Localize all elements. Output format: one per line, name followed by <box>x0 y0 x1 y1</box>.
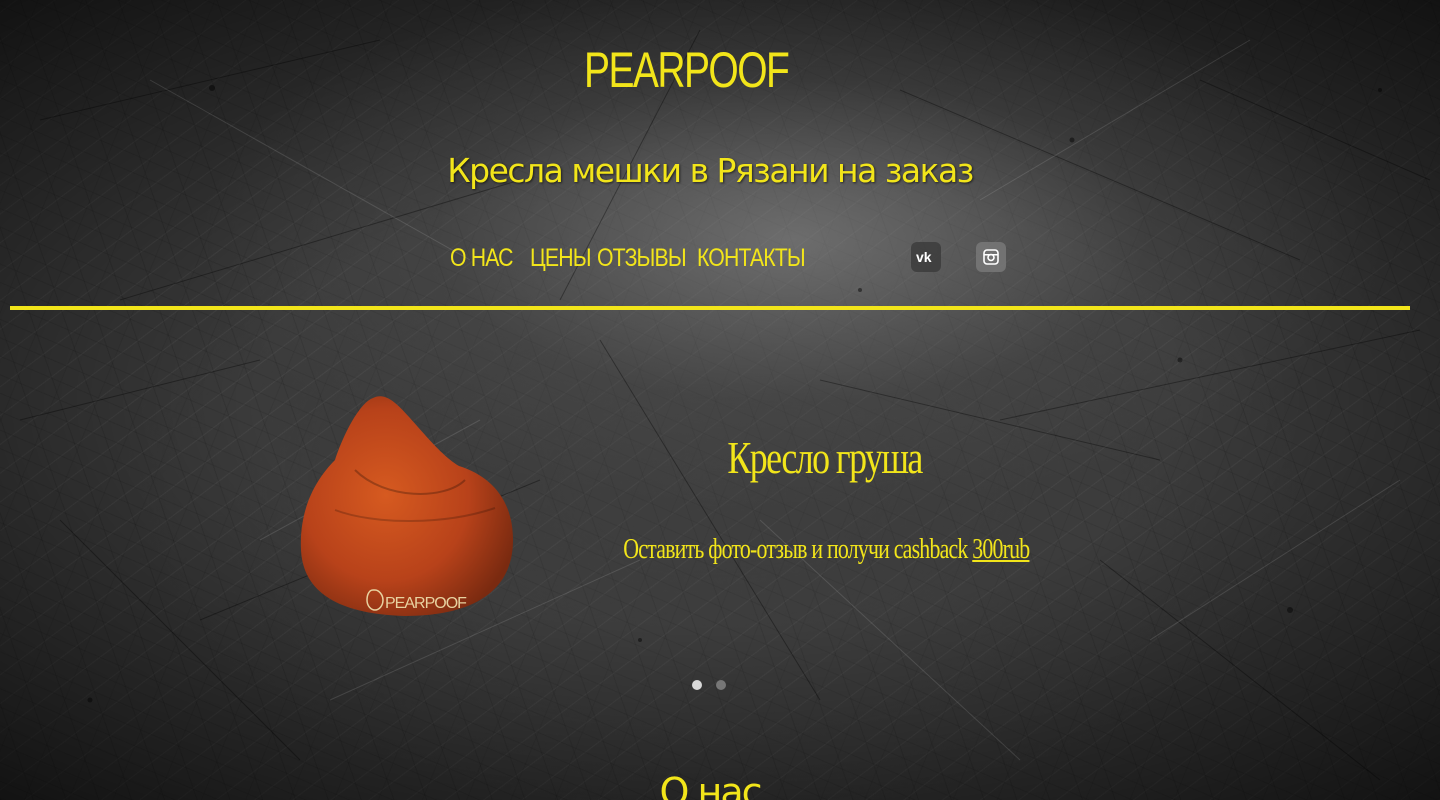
cashback-amount: 300rub <box>971 534 1030 565</box>
bean-bag-brand-text: PEARPOOF <box>385 595 467 612</box>
nav-item-contacts[interactable]: КОНТАКТЫ <box>697 240 806 276</box>
brand-logo[interactable]: PEARPOOF <box>584 30 844 110</box>
slider-dot-2[interactable] <box>716 680 726 690</box>
bean-bag-image: PEARPOOF <box>295 390 520 620</box>
nav-item-prices[interactable]: ЦЕНЫ <box>530 240 592 276</box>
about-section-title: О нас <box>659 770 762 800</box>
svg-text:vk: vk <box>916 250 932 264</box>
instagram-icon <box>983 249 999 265</box>
nav-item-about[interactable]: О НАС <box>450 240 513 276</box>
nav-item-reviews[interactable]: ОТЗЫВЫ <box>597 240 687 276</box>
header-divider <box>10 306 1410 310</box>
main-nav: О НАС ЦЕНЫ ОТЗЫВЫ КОНТАКТЫ <box>450 238 824 278</box>
slide-subtitle: Оставить фото-отзыв и получи cashback 30… <box>560 530 1092 570</box>
page-tagline: Кресла мешки в Рязани на заказ <box>447 151 974 190</box>
brand-name: PEARPOOF <box>584 42 790 98</box>
slide-subtitle-text: Оставить фото-отзыв и получи cashback <box>622 534 972 565</box>
slider-dot-1[interactable] <box>692 680 702 690</box>
vk-icon: vk <box>916 250 932 264</box>
slider-pagination <box>692 680 740 690</box>
instagram-link[interactable] <box>976 242 1006 272</box>
slide-title: Кресло груша <box>727 432 924 483</box>
vk-link[interactable]: vk <box>911 242 941 272</box>
